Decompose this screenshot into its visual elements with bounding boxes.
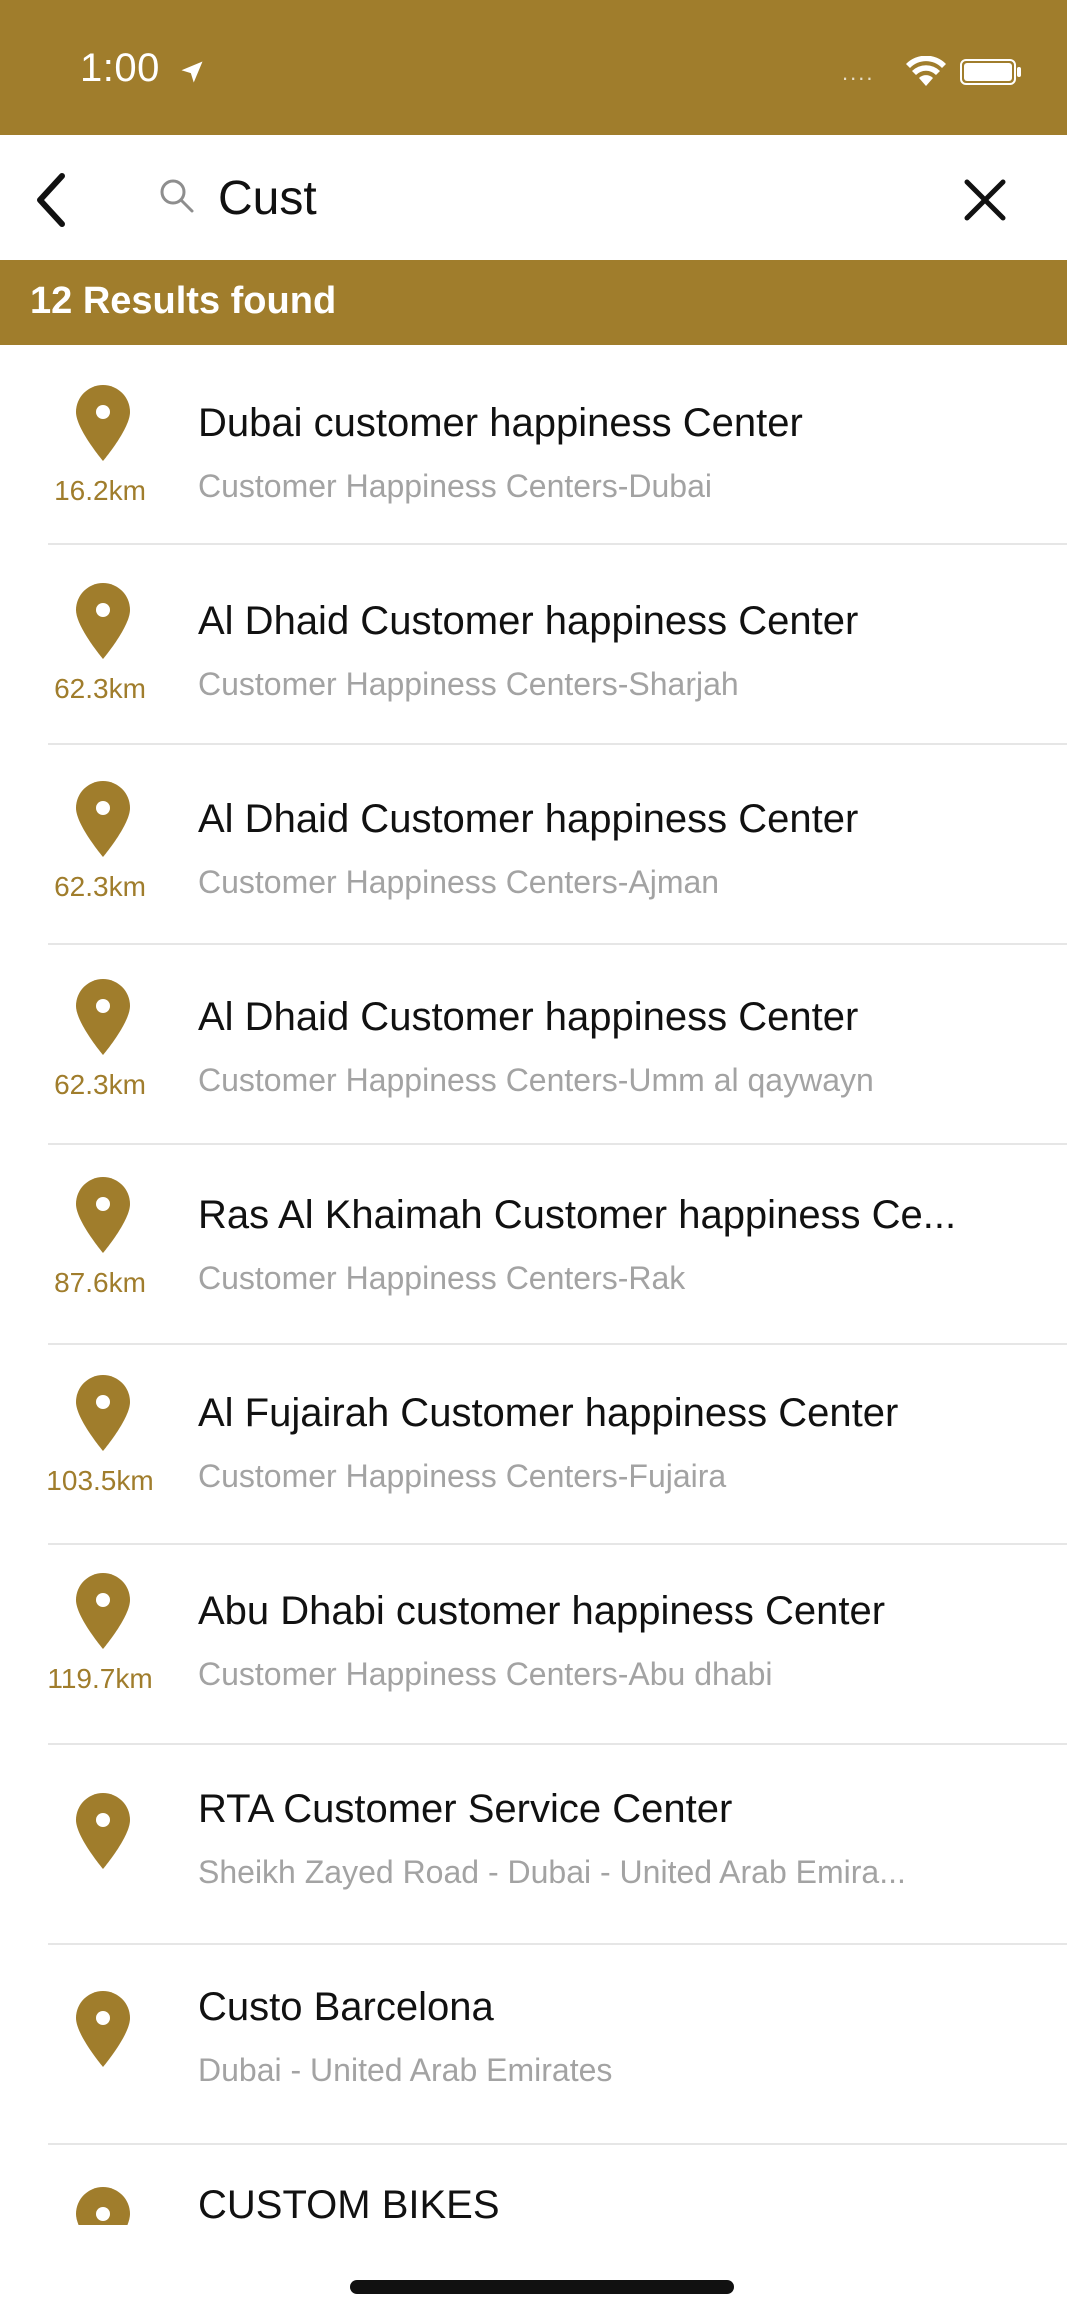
item-subtitle: Customer Happiness Centers-Rak [198,1260,686,1296]
distance-label: 62.3km [54,871,146,902]
distance-label: 62.3km [54,673,146,704]
signal-dots: .... [842,60,875,85]
item-title: CUSTOM BIKES [198,2183,500,2225]
item-title: Ras Al Khaimah Customer happiness Ce... [198,1193,957,1237]
item-title: Custo Barcelona [198,1985,494,2029]
close-icon [964,179,1006,221]
location-arrow-icon [181,61,203,83]
list-item[interactable]: Custo Barcelona Dubai - United Arab Emir… [0,1945,1067,2145]
item-title: Al Fujairah Customer happiness Center [198,1391,899,1435]
results-count: 12 Results found [30,280,337,322]
distance-label: 62.3km [54,1069,146,1100]
map-pin-icon [76,385,130,461]
wifi-icon [906,56,946,86]
map-pin-icon [76,1793,130,1869]
map-pin-icon [76,1991,130,2067]
item-title: Abu Dhabi customer happiness Center [198,1589,886,1633]
list-item[interactable]: 87.6km Ras Al Khaimah Customer happiness… [0,1145,1067,1345]
distance-label: 87.6km [54,1267,146,1298]
search-bar [0,135,1067,260]
list-item[interactable]: 62.3km Al Dhaid Customer happiness Cente… [0,545,1067,745]
item-title: Al Dhaid Customer happiness Center [198,599,859,643]
results-header: 12 Results found [0,260,1067,345]
list-item[interactable]: 103.5km Al Fujairah Customer happiness C… [0,1345,1067,1545]
distance-label: 119.7km [47,1663,153,1694]
list-item[interactable]: 62.3km Al Dhaid Customer happiness Cente… [0,945,1067,1145]
distance-label: 103.5km [46,1465,154,1496]
list-item[interactable]: 119.7km Abu Dhabi customer happiness Cen… [0,1545,1067,1745]
map-pin-icon [76,583,130,659]
item-subtitle: Dubai - United Arab Emirates [198,2052,613,2088]
map-pin-icon [76,2187,130,2225]
item-title: Al Dhaid Customer happiness Center [198,995,859,1039]
list-item[interactable]: CUSTOM BIKES [0,2145,1067,2225]
map-pin-icon [76,1177,130,1253]
battery-icon [960,59,1021,85]
item-subtitle: Customer Happiness Centers-Fujaira [198,1458,727,1494]
list-item[interactable]: 16.2km Dubai customer happiness Center C… [0,345,1067,545]
back-button[interactable] [22,165,82,235]
item-subtitle: Customer Happiness Centers-Sharjah [198,666,739,702]
item-title: Al Dhaid Customer happiness Center [198,797,859,841]
item-title: Dubai customer happiness Center [198,401,803,445]
map-pin-icon [76,979,130,1055]
item-subtitle: Customer Happiness Centers-Ajman [198,864,720,900]
distance-label: 16.2km [54,475,146,506]
search-input[interactable] [218,163,918,233]
status-bar: 1:00 .... [0,0,1067,135]
map-pin-icon [76,781,130,857]
home-indicator[interactable] [350,2280,734,2294]
map-pin-icon [76,1375,130,1451]
item-subtitle: Sheikh Zayed Road - Dubai - United Arab … [198,1854,906,1890]
list-item[interactable]: RTA Customer Service Center Sheikh Zayed… [0,1745,1067,1945]
item-subtitle: Customer Happiness Centers-Dubai [198,468,712,504]
map-pin-icon [76,1573,130,1649]
results-list: 16.2km Dubai customer happiness Center C… [0,345,1067,2225]
item-title: RTA Customer Service Center [198,1787,733,1831]
chevron-left-icon [37,173,65,227]
item-subtitle: Customer Happiness Centers-Abu dhabi [198,1656,773,1692]
status-time: 1:00 [80,46,160,90]
clear-button[interactable] [955,170,1015,230]
item-subtitle: Customer Happiness Centers-Umm al qayway… [198,1062,874,1098]
search-icon [160,179,194,213]
list-item[interactable]: 62.3km Al Dhaid Customer happiness Cente… [0,745,1067,945]
